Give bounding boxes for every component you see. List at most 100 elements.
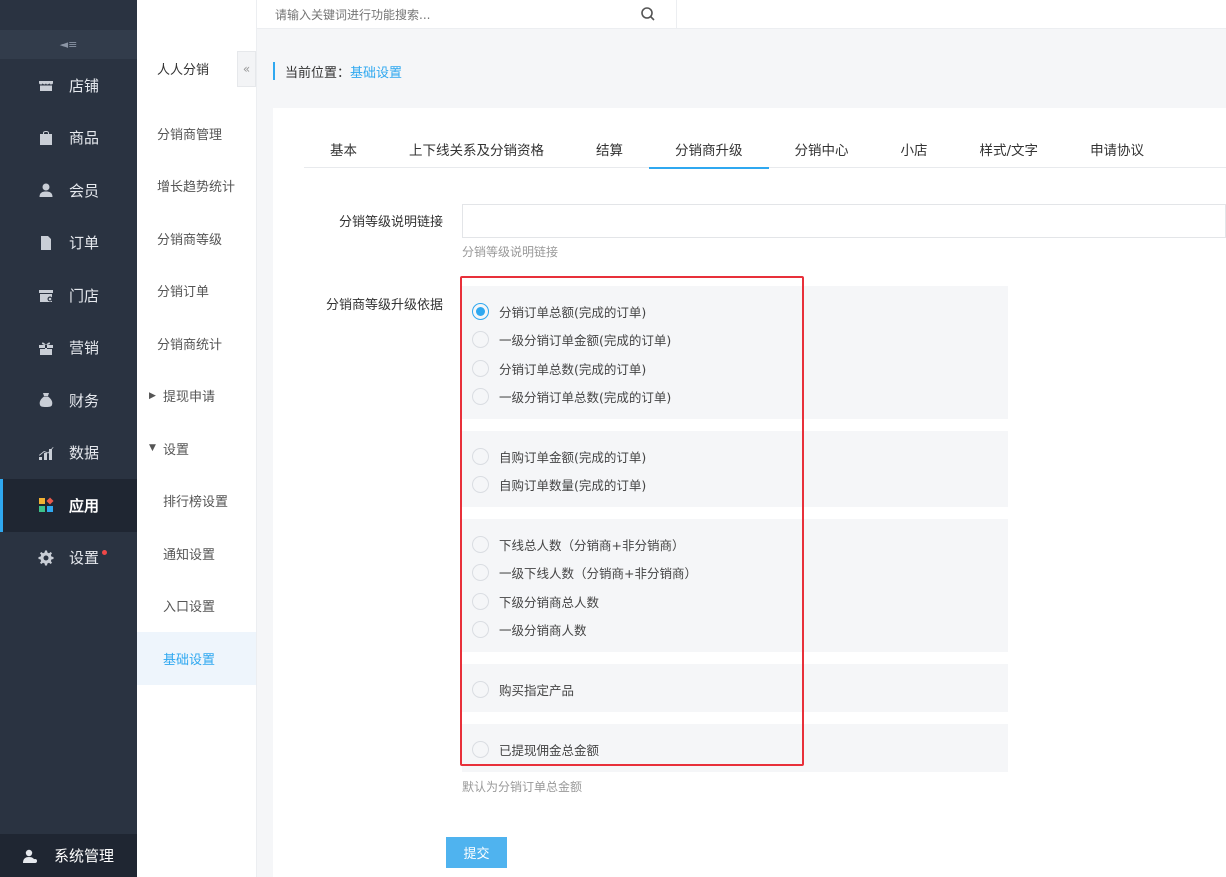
sidebar-item-7[interactable]: 数据 <box>0 427 137 480</box>
sidebar-item-9[interactable]: 设置 <box>0 532 137 585</box>
radio-button[interactable] <box>472 303 489 320</box>
subnav-item-3[interactable]: 分销订单 <box>137 265 256 318</box>
tab-3[interactable]: 分销商升级 <box>649 130 769 169</box>
sidebar-item-1[interactable]: 商品 <box>0 112 137 165</box>
subnav-item-label: 通知设置 <box>163 547 216 563</box>
sidebar-item-4[interactable]: 门店 <box>0 269 137 322</box>
subnav-item-label: 入口设置 <box>163 600 216 616</box>
caret-right-icon: ▶ <box>149 390 156 401</box>
subnav-item-2[interactable]: 分销商等级 <box>137 212 256 265</box>
radio-option[interactable]: 一级分销商人数 <box>472 620 587 639</box>
level-link-input[interactable] <box>462 204 1226 238</box>
shop-icon <box>38 287 54 303</box>
radio-label: 分销订单总额(完成的订单) <box>499 305 647 320</box>
subnav-item-label: 分销订单 <box>157 285 210 301</box>
radio-option[interactable]: 一级下线人数（分销商+非分销商） <box>472 563 697 582</box>
sidebar-item-2[interactable]: 会员 <box>0 164 137 217</box>
radio-label: 分销订单总数(完成的订单) <box>499 361 647 377</box>
subnav-fold-button[interactable]: « <box>237 51 256 87</box>
radio-option[interactable]: 自购订单数量(完成的订单) <box>472 475 646 494</box>
search-input[interactable] <box>275 7 615 22</box>
radio-group-4: 已提现佣金总金额 <box>462 724 1008 772</box>
subnav-item-label: 分销商管理 <box>157 127 223 143</box>
subnav-item-10[interactable]: 基础设置 <box>137 632 256 685</box>
link-help: 分销等级说明链接 <box>462 245 559 259</box>
tab-4[interactable]: 分销中心 <box>769 130 875 168</box>
tab-0[interactable]: 基本 <box>304 130 383 168</box>
radio-label: 下线总人数（分销商+非分销商） <box>499 538 685 553</box>
tab-6[interactable]: 样式/文字 <box>954 130 1065 168</box>
subnav-item-4[interactable]: 分销商统计 <box>137 317 256 370</box>
sidebar-collapse-toggle[interactable]: ◄≡ <box>0 30 137 59</box>
subnav-item-0[interactable]: 分销商管理 <box>137 107 256 160</box>
basis-label: 分销商等级升级依据 <box>325 298 443 313</box>
subnav-item-1[interactable]: 增长趋势统计 <box>137 160 256 213</box>
radio-option[interactable]: 分销订单总数(完成的订单) <box>472 359 646 378</box>
radio-option[interactable]: 一级分销订单金额(完成的订单) <box>472 330 671 349</box>
sidebar-item-3[interactable]: 订单 <box>0 217 137 270</box>
radio-button[interactable] <box>472 620 489 638</box>
apps-icon <box>38 497 54 513</box>
gear-icon <box>38 550 54 566</box>
subnav-item-7[interactable]: 排行榜设置 <box>137 475 256 528</box>
link-label: 分销等级说明链接 <box>338 215 443 230</box>
user-icon <box>38 182 54 198</box>
store-icon <box>38 77 54 93</box>
tab-1[interactable]: 上下线关系及分销资格 <box>383 130 570 168</box>
radio-group-2: 下线总人数（分销商+非分销商） 一级下线人数（分销商+非分销商） 下级分销商总人数一… <box>462 519 1008 652</box>
radio-button[interactable] <box>472 536 489 553</box>
system-management-label: 系统管理 <box>54 847 115 865</box>
subnav-item-8[interactable]: 通知设置 <box>137 527 256 580</box>
radio-label: 购买指定产品 <box>499 683 575 698</box>
radio-button[interactable] <box>472 359 489 377</box>
subnav-item-label: 分销商等级 <box>157 232 223 248</box>
breadcrumb-current[interactable]: 基础设置 <box>350 62 402 81</box>
subnav-item-9[interactable]: 入口设置 <box>137 580 256 633</box>
sidebar-item-label: 应用 <box>69 496 100 515</box>
radio-button[interactable] <box>472 448 489 465</box>
radio-option[interactable]: 一级分销订单总数(完成的订单) <box>472 387 671 406</box>
radio-button[interactable] <box>472 592 489 610</box>
sidebar-item-0[interactable]: 店铺 <box>0 59 137 112</box>
radio-option[interactable]: 购买指定产品 <box>472 680 574 699</box>
double-chevron-left-icon: « <box>242 62 251 76</box>
radio-option[interactable]: 下线总人数（分销商+非分销商） <box>472 535 684 554</box>
sidebar-item-label: 订单 <box>69 234 100 253</box>
search-icon[interactable] <box>640 6 656 22</box>
radio-group-3: 购买指定产品 <box>462 664 1008 712</box>
tab-2[interactable]: 结算 <box>570 130 649 168</box>
radio-option[interactable]: 下级分销商总人数 <box>472 592 599 611</box>
radio-label: 已提现佣金总金额 <box>499 743 600 758</box>
bag-icon <box>38 130 54 146</box>
radio-button[interactable] <box>472 387 489 405</box>
subnav-item-label: 设置 <box>163 442 190 458</box>
radio-label: 一级下线人数（分销商+非分销商） <box>499 566 697 582</box>
radio-button[interactable] <box>472 331 489 349</box>
sidebar-item-label: 店铺 <box>69 76 100 95</box>
basis-help: 默认为分销订单总金额 <box>462 780 583 794</box>
radio-button[interactable] <box>472 476 489 494</box>
sidebar-item-8[interactable]: 应用 <box>0 479 137 532</box>
sidebar-item-label: 设置 <box>69 549 100 568</box>
sidebar-item-6[interactable]: 财务 <box>0 374 137 427</box>
sidebar-item-label: 门店 <box>69 286 100 305</box>
radio-button[interactable] <box>472 681 489 698</box>
subnav-item-6[interactable]: ▼ 设置 <box>137 422 256 475</box>
sidebar-item-5[interactable]: 营销 <box>0 322 137 375</box>
tab-5[interactable]: 小店 <box>875 130 954 168</box>
subnav-item-label: 排行榜设置 <box>163 495 229 511</box>
radio-option[interactable]: 自购订单金额(完成的订单) <box>472 447 646 466</box>
submit-button[interactable]: 提交 <box>446 837 507 868</box>
content-area: 当前位置： 基础设置 基本 上下线关系及分销资格 结算 分销商升级 分销中心 小店 样式/文… <box>257 29 1226 877</box>
document-icon <box>38 235 54 251</box>
radio-option[interactable]: 已提现佣金总金额 <box>472 740 599 759</box>
subnav-item-5[interactable]: ▶ 提现申请 <box>137 370 256 423</box>
radio-button[interactable] <box>472 564 489 582</box>
radio-label: 一级分销订单金额(完成的订单) <box>499 333 672 349</box>
tab-7[interactable]: 申请协议 <box>1064 130 1170 168</box>
subnav-top <box>137 0 256 30</box>
radio-option[interactable]: 分销订单总额(完成的订单) <box>472 302 646 321</box>
radio-button[interactable] <box>472 741 489 758</box>
subnav-title-text: 人人分销 <box>157 63 210 78</box>
system-management[interactable]: 系统管理 <box>0 834 137 877</box>
